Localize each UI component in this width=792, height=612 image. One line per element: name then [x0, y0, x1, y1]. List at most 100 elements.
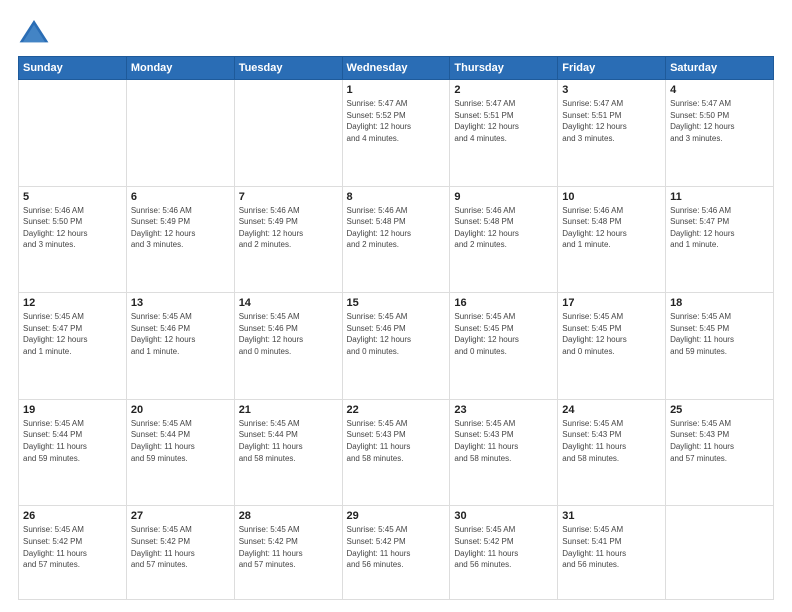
day-number: 26 — [23, 510, 122, 522]
day-cell: 28Sunrise: 5:45 AM Sunset: 5:42 PM Dayli… — [234, 506, 342, 600]
calendar-table: SundayMondayTuesdayWednesdayThursdayFrid… — [18, 56, 774, 600]
day-number: 18 — [670, 297, 769, 309]
week-row-3: 19 Sunrise: 5:45 AM Sunset: 5:44 PM Dayli… — [19, 399, 774, 506]
day-info: Sunrise: 5:45 AM Sunset: 5:45 PM Dayligh… — [454, 311, 553, 357]
weekday-monday: Monday — [126, 57, 234, 80]
day-info: Sunrise: 5:45 AM Sunset: 5:44 PM Dayligh… — [239, 418, 338, 464]
page: SundayMondayTuesdayWednesdayThursdayFrid… — [0, 0, 792, 612]
day-cell: 10 Sunrise: 5:46 AM Sunset: 5:48 PM Dayli… — [558, 186, 666, 293]
day-cell: 12 Sunrise: 5:45 AM Sunset: 5:47 PM Dayli… — [19, 293, 127, 400]
day-cell: 24 Sunrise: 5:45 AM Sunset: 5:43 PM Dayli… — [558, 399, 666, 506]
day-info: Sunrise: 5:46 AM Sunset: 5:50 PM Dayligh… — [23, 205, 122, 251]
day-info: Sunrise: 5:45 AM Sunset: 5:43 PM Dayligh… — [454, 418, 553, 464]
header — [18, 18, 774, 46]
day-info: Sunrise: 5:47 AM Sunset: 5:50 PM Dayligh… — [670, 98, 769, 144]
day-info: Sunrise: 5:47 AM Sunset: 5:51 PM Dayligh… — [562, 98, 661, 144]
day-number: 4 — [670, 84, 769, 96]
day-info: Sunrise: 5:45 AM Sunset: 5:42 PM Dayligh… — [131, 524, 230, 570]
week-row-0: 1 Sunrise: 5:47 AM Sunset: 5:52 PM Daylig… — [19, 80, 774, 187]
day-number: 21 — [239, 404, 338, 416]
day-info: Sunrise: 5:45 AM Sunset: 5:43 PM Dayligh… — [347, 418, 446, 464]
weekday-tuesday: Tuesday — [234, 57, 342, 80]
day-number: 11 — [670, 191, 769, 203]
logo-icon — [18, 18, 50, 46]
day-number: 10 — [562, 191, 661, 203]
day-info: Sunrise: 5:45 AM Sunset: 5:46 PM Dayligh… — [131, 311, 230, 357]
day-cell: 30 Sunrise: 5:45 AM Sunset: 5:42 PM Dayli… — [450, 506, 558, 600]
day-info: Sunrise: 5:45 AM Sunset: 5:43 PM Dayligh… — [670, 418, 769, 464]
day-info: Sunrise: 5:47 AM Sunset: 5:51 PM Dayligh… — [454, 98, 553, 144]
day-cell: 17 Sunrise: 5:45 AM Sunset: 5:45 PM Dayli… — [558, 293, 666, 400]
day-cell: 16Sunrise: 5:45 AM Sunset: 5:45 PM Dayli… — [450, 293, 558, 400]
day-cell: 3Sunrise: 5:47 AM Sunset: 5:51 PM Daylig… — [558, 80, 666, 187]
day-info: Sunrise: 5:45 AM Sunset: 5:41 PM Dayligh… — [562, 524, 661, 570]
day-cell — [19, 80, 127, 187]
day-cell: 29Sunrise: 5:45 AM Sunset: 5:42 PM Dayli… — [342, 506, 450, 600]
day-info: Sunrise: 5:47 AM Sunset: 5:52 PM Dayligh… — [347, 98, 446, 144]
day-cell: 1 Sunrise: 5:47 AM Sunset: 5:52 PM Daylig… — [342, 80, 450, 187]
weekday-friday: Friday — [558, 57, 666, 80]
day-info: Sunrise: 5:45 AM Sunset: 5:45 PM Dayligh… — [562, 311, 661, 357]
day-cell: 5Sunrise: 5:46 AM Sunset: 5:50 PM Daylig… — [19, 186, 127, 293]
weekday-thursday: Thursday — [450, 57, 558, 80]
day-info: Sunrise: 5:45 AM Sunset: 5:42 PM Dayligh… — [23, 524, 122, 570]
day-cell: 19Sunrise: 5:45 AM Sunset: 5:44 PM Dayli… — [19, 399, 127, 506]
day-cell: 25 Sunrise: 5:45 AM Sunset: 5:43 PM Dayli… — [666, 399, 774, 506]
week-row-2: 12 Sunrise: 5:45 AM Sunset: 5:47 PM Dayli… — [19, 293, 774, 400]
day-number: 9 — [454, 191, 553, 203]
day-info: Sunrise: 5:45 AM Sunset: 5:44 PM Dayligh… — [131, 418, 230, 464]
day-number: 15 — [347, 297, 446, 309]
day-info: Sunrise: 5:45 AM Sunset: 5:42 PM Dayligh… — [239, 524, 338, 570]
day-info: Sunrise: 5:45 AM Sunset: 5:46 PM Dayligh… — [347, 311, 446, 357]
day-cell: 18 Sunrise: 5:45 AM Sunset: 5:45 PM Dayli… — [666, 293, 774, 400]
day-number: 12 — [23, 297, 122, 309]
day-number: 30 — [454, 510, 553, 522]
day-number: 8 — [347, 191, 446, 203]
day-info: Sunrise: 5:45 AM Sunset: 5:43 PM Dayligh… — [562, 418, 661, 464]
day-info: Sunrise: 5:45 AM Sunset: 5:46 PM Dayligh… — [239, 311, 338, 357]
day-info: Sunrise: 5:46 AM Sunset: 5:49 PM Dayligh… — [239, 205, 338, 251]
day-number: 2 — [454, 84, 553, 96]
day-cell: 26 Sunrise: 5:45 AM Sunset: 5:42 PM Dayli… — [19, 506, 127, 600]
day-number: 6 — [131, 191, 230, 203]
week-row-4: 26 Sunrise: 5:45 AM Sunset: 5:42 PM Dayli… — [19, 506, 774, 600]
day-number: 29 — [347, 510, 446, 522]
day-cell: 6Sunrise: 5:46 AM Sunset: 5:49 PM Daylig… — [126, 186, 234, 293]
day-cell — [666, 506, 774, 600]
day-cell: 2 Sunrise: 5:47 AM Sunset: 5:51 PM Daylig… — [450, 80, 558, 187]
day-number: 19 — [23, 404, 122, 416]
day-cell: 8 Sunrise: 5:46 AM Sunset: 5:48 PM Daylig… — [342, 186, 450, 293]
day-number: 27 — [131, 510, 230, 522]
day-cell — [126, 80, 234, 187]
day-cell: 4 Sunrise: 5:47 AM Sunset: 5:50 PM Daylig… — [666, 80, 774, 187]
day-cell: 13Sunrise: 5:45 AM Sunset: 5:46 PM Dayli… — [126, 293, 234, 400]
day-number: 1 — [347, 84, 446, 96]
day-number: 25 — [670, 404, 769, 416]
day-cell: 31 Sunrise: 5:45 AM Sunset: 5:41 PM Dayli… — [558, 506, 666, 600]
day-cell: 11Sunrise: 5:46 AM Sunset: 5:47 PM Dayli… — [666, 186, 774, 293]
logo — [18, 18, 54, 46]
day-number: 7 — [239, 191, 338, 203]
day-cell: 15 Sunrise: 5:45 AM Sunset: 5:46 PM Dayli… — [342, 293, 450, 400]
day-cell: 20Sunrise: 5:45 AM Sunset: 5:44 PM Dayli… — [126, 399, 234, 506]
day-number: 24 — [562, 404, 661, 416]
weekday-header-row: SundayMondayTuesdayWednesdayThursdayFrid… — [19, 57, 774, 80]
day-cell: 21 Sunrise: 5:45 AM Sunset: 5:44 PM Dayli… — [234, 399, 342, 506]
day-info: Sunrise: 5:45 AM Sunset: 5:47 PM Dayligh… — [23, 311, 122, 357]
day-info: Sunrise: 5:46 AM Sunset: 5:48 PM Dayligh… — [347, 205, 446, 251]
day-cell — [234, 80, 342, 187]
weekday-wednesday: Wednesday — [342, 57, 450, 80]
day-cell: 23 Sunrise: 5:45 AM Sunset: 5:43 PM Dayli… — [450, 399, 558, 506]
day-cell: 14 Sunrise: 5:45 AM Sunset: 5:46 PM Dayli… — [234, 293, 342, 400]
day-info: Sunrise: 5:46 AM Sunset: 5:48 PM Dayligh… — [562, 205, 661, 251]
day-info: Sunrise: 5:45 AM Sunset: 5:42 PM Dayligh… — [454, 524, 553, 570]
day-cell: 7 Sunrise: 5:46 AM Sunset: 5:49 PM Daylig… — [234, 186, 342, 293]
day-number: 31 — [562, 510, 661, 522]
week-row-1: 5Sunrise: 5:46 AM Sunset: 5:50 PM Daylig… — [19, 186, 774, 293]
day-info: Sunrise: 5:45 AM Sunset: 5:45 PM Dayligh… — [670, 311, 769, 357]
day-number: 17 — [562, 297, 661, 309]
day-number: 14 — [239, 297, 338, 309]
day-cell: 27 Sunrise: 5:45 AM Sunset: 5:42 PM Dayli… — [126, 506, 234, 600]
day-number: 23 — [454, 404, 553, 416]
day-info: Sunrise: 5:46 AM Sunset: 5:48 PM Dayligh… — [454, 205, 553, 251]
